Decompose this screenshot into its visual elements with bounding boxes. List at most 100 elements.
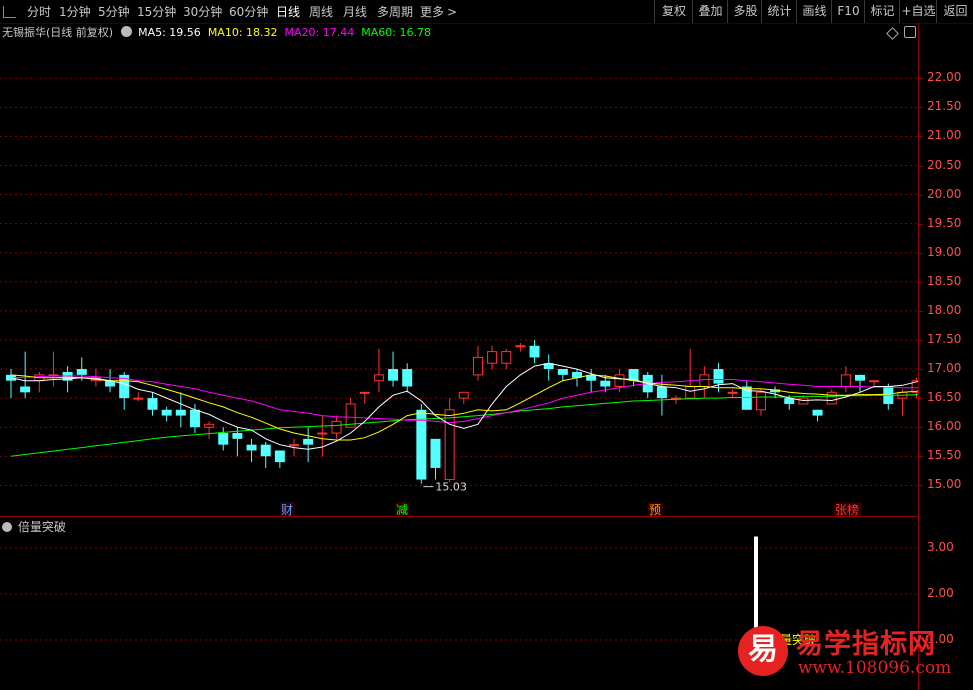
candle <box>755 389 766 416</box>
period-tab[interactable]: 5分钟 <box>98 2 130 22</box>
event-tag[interactable]: 预 <box>649 503 661 517</box>
period-toolbar: 分时 1分钟 5分钟 15分钟 30分钟 60分钟 日线 周线 月线 多周期 更多 > 复权 叠加 多股 统计… <box>0 0 973 24</box>
candle <box>204 421 215 439</box>
price-tick-label: 15.00 <box>927 477 962 492</box>
candle <box>770 386 781 399</box>
ma10-line <box>10 371 973 441</box>
tick-mark <box>919 252 923 254</box>
tick-mark <box>919 78 923 80</box>
candle <box>147 392 158 416</box>
candlestick-chart: 22.1815.03财减预张榜 <box>0 77 973 517</box>
toolbar-button[interactable]: 统计 <box>761 0 797 23</box>
candle <box>6 369 16 399</box>
price-tick-label: 21.50 <box>927 99 962 114</box>
candle <box>642 371 653 399</box>
candle <box>402 363 413 393</box>
price-tick-label: 18.00 <box>927 302 962 317</box>
candle <box>897 389 908 416</box>
candle <box>119 371 130 410</box>
event-tag[interactable]: 财 <box>281 503 293 517</box>
candle <box>458 391 469 404</box>
indicator-tick-label: 2.00 <box>927 586 954 600</box>
candle <box>430 438 441 480</box>
candle <box>869 380 880 387</box>
site-watermark: 易 易学指标网 www.108096.com <box>738 620 968 688</box>
toolbar-button[interactable]: +自选 <box>899 0 937 23</box>
price-tick-label: 16.50 <box>927 390 962 405</box>
period-tab[interactable]: 日线 <box>276 2 300 22</box>
candle <box>855 374 865 393</box>
period-tab[interactable]: 30分钟 <box>183 2 222 22</box>
candle <box>34 371 45 393</box>
period-tab[interactable]: 更多 <box>420 2 444 22</box>
period-tab[interactable]: 1分钟 <box>59 2 91 22</box>
candle <box>416 403 427 484</box>
price-tick-label: 17.00 <box>927 361 962 376</box>
toolbar-button[interactable]: 叠加 <box>692 0 728 23</box>
tick-mark <box>919 427 923 429</box>
toolbar-button[interactable]: F10 <box>831 0 865 23</box>
candle <box>472 345 483 381</box>
candle <box>175 392 186 428</box>
candle <box>614 369 625 393</box>
candle <box>557 369 568 381</box>
tick-mark <box>919 107 923 109</box>
price-tick-label: 21.00 <box>927 128 962 143</box>
ma5-line <box>10 359 973 450</box>
price-tick-label: 16.00 <box>927 419 962 434</box>
toolbar-button[interactable]: 标记 <box>864 0 900 23</box>
event-tag[interactable]: 减 <box>396 503 408 517</box>
candle <box>699 366 710 399</box>
price-tick-label: 18.50 <box>927 273 962 288</box>
candle <box>218 427 229 451</box>
candle <box>331 415 342 439</box>
toolbar-button[interactable]: 复权 <box>654 0 693 23</box>
candle <box>727 389 738 399</box>
candle <box>161 406 172 422</box>
period-tab[interactable]: 分时 <box>27 2 51 22</box>
toolbar-button[interactable]: 返回 <box>936 0 973 23</box>
period-tab[interactable]: 多周期 <box>377 2 413 22</box>
toolbar-button[interactable]: 多股 <box>727 0 763 23</box>
tick-mark <box>919 310 923 312</box>
candle <box>345 398 356 428</box>
tick-mark <box>919 194 923 196</box>
candle <box>246 438 257 463</box>
tick-mark <box>919 281 923 283</box>
indicator-tick-label: 3.00 <box>927 540 954 554</box>
period-tab[interactable]: 周线 <box>309 2 333 22</box>
price-tick-label: 22.00 <box>927 70 962 85</box>
candle <box>529 339 540 364</box>
toolbar-button[interactable]: 画线 <box>796 0 832 23</box>
event-tag[interactable]: 张榜 <box>835 502 859 517</box>
price-chart-panel[interactable]: 22.1815.03财减预张榜 <box>0 23 973 517</box>
period-tab[interactable]: 15分钟 <box>137 2 176 22</box>
period-tab[interactable]: 月线 <box>343 2 367 22</box>
tick-mark <box>919 456 923 458</box>
tick-mark <box>919 369 923 371</box>
candle <box>274 450 285 468</box>
price-tick-label: 19.50 <box>927 215 962 230</box>
chevron-right-icon[interactable]: > <box>447 2 457 22</box>
price-tick-label: 17.50 <box>927 331 962 346</box>
period-tab[interactable]: 60分钟 <box>229 2 268 22</box>
candle <box>515 342 526 352</box>
tick-mark <box>919 398 923 400</box>
low-price-label: 15.03 <box>435 481 467 494</box>
candle <box>20 351 31 399</box>
tick-mark <box>919 165 923 167</box>
candle <box>444 398 455 483</box>
tick-mark <box>919 339 923 341</box>
ma20-line <box>10 375 973 424</box>
watermark-url: www.108096.com <box>798 658 952 678</box>
price-tick-label: 15.50 <box>927 448 962 463</box>
price-tick-label: 20.00 <box>927 186 962 201</box>
tick-mark <box>919 223 923 225</box>
candle <box>487 345 498 370</box>
price-axis: 22.00 21.50 21.00 20.50 20.00 19.50 19.00 18.50… <box>918 23 973 690</box>
candle <box>133 392 144 402</box>
candle <box>317 415 328 457</box>
tick-mark <box>919 485 923 487</box>
candle <box>628 369 639 387</box>
candle <box>656 374 667 416</box>
